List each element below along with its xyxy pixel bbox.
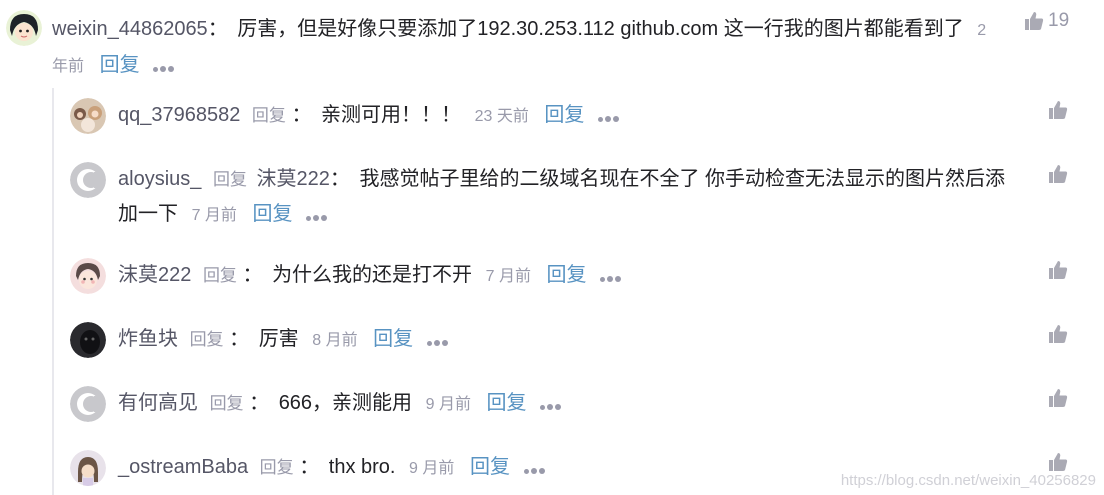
reply-text: aloysius_ 回复 沫莫222： 我感觉帖子里给的二级域名现在不全了 你手… (118, 162, 1018, 233)
more-options-icon[interactable] (600, 259, 623, 293)
reply-item: 炸鱼块 回复 ： 厉害 8 月前 回复 (70, 320, 1090, 360)
reply-content: thx bro. (328, 456, 396, 478)
reply-separator: ： (329, 168, 350, 190)
user-avatar-icon (70, 322, 106, 358)
comment-username[interactable]: weixin_44862065 (52, 18, 208, 40)
reply-username[interactable]: 有何高见 (118, 392, 198, 414)
reply-item: 沫莫222 回复 ： 为什么我的还是打不开 7 月前 回复 (70, 256, 1090, 296)
reply-button[interactable]: 回复 (544, 104, 584, 126)
reply-time: 23 天前 (474, 108, 529, 125)
reply-word: 回复 (251, 106, 286, 125)
like-button[interactable]: 19 (1024, 10, 1069, 32)
thumbs-up-icon (1049, 165, 1068, 183)
avatar[interactable] (70, 322, 106, 358)
reply-separator: ： (291, 104, 312, 126)
reply-list: qq_37968582 回复 ： 亲测可用！！！ 23 天前 回复 aloysi… (52, 88, 1094, 495)
like-button[interactable] (1048, 100, 1068, 120)
reply-word: 回复 (202, 266, 237, 285)
reply-word: 回复 (212, 170, 247, 189)
more-options-icon[interactable] (426, 323, 450, 357)
reply-time: 7 月前 (191, 207, 237, 224)
user-avatar-icon (70, 98, 106, 134)
avatar[interactable] (70, 98, 106, 134)
reply-separator: ： (242, 264, 263, 286)
reply-time: 9 月前 (409, 460, 455, 477)
like-button[interactable] (1048, 164, 1068, 184)
reply-word: 回复 (189, 330, 224, 349)
more-options-icon[interactable] (306, 198, 329, 232)
user-avatar-icon (70, 258, 106, 294)
thumbs-up-icon (1049, 389, 1068, 407)
thumbs-up-icon (1049, 101, 1068, 119)
more-options-icon[interactable] (523, 451, 547, 485)
like-button[interactable] (1048, 452, 1068, 472)
reply-text: 炸鱼块 回复 ： 厉害 8 月前 回复 (118, 322, 1018, 358)
reply-content: 厉害 (258, 328, 299, 350)
main-comment: weixin_44862065： 厉害，但是好像只要添加了192.30.253.… (6, 6, 1096, 76)
reply-text: 有何高见 回复 ： 666，亲测能用 9 月前 回复 (118, 386, 1018, 422)
reply-separator: ： (249, 392, 270, 414)
reply-text: qq_37968582 回复 ： 亲测可用！！！ 23 天前 回复 (118, 98, 1018, 134)
reply-button[interactable]: 回复 (373, 328, 413, 350)
avatar[interactable] (70, 386, 106, 422)
reply-item: qq_37968582 回复 ： 亲测可用！！！ 23 天前 回复 (70, 96, 1090, 136)
avatar[interactable] (70, 162, 106, 198)
reply-word: 回复 (259, 458, 294, 477)
avatar[interactable] (6, 10, 42, 46)
reply-content: 666，亲测能用 (278, 392, 413, 414)
reply-content: 为什么我的还是打不开 (272, 264, 473, 286)
reply-time: 7 月前 (485, 268, 531, 285)
default-avatar-icon (70, 162, 106, 198)
reply-username[interactable]: aloysius_ (118, 168, 201, 190)
reply-time: 8 月前 (312, 332, 358, 349)
reply-username[interactable]: qq_37968582 (118, 104, 240, 126)
main-comment-text: weixin_44862065： 厉害，但是好像只要添加了192.30.253.… (52, 12, 1002, 84)
comment-content: 厉害，但是好像只要添加了192.30.253.112 github.com 这一… (237, 18, 964, 40)
avatar[interactable] (70, 450, 106, 486)
reply-item: 有何高见 回复 ： 666，亲测能用 9 月前 回复 (70, 384, 1090, 424)
reply-time: 9 月前 (425, 396, 471, 413)
avatar[interactable] (70, 258, 106, 294)
like-button[interactable] (1048, 324, 1068, 344)
user-avatar-icon (6, 10, 42, 46)
reply-word: 回复 (209, 394, 244, 413)
default-avatar-icon (70, 386, 106, 422)
reply-username[interactable]: 炸鱼块 (118, 328, 178, 350)
reply-button[interactable]: 回复 (470, 456, 510, 478)
thumbs-up-icon (1049, 325, 1068, 343)
thumbs-up-icon (1049, 261, 1068, 279)
comment-separator: ： (207, 18, 228, 40)
watermark: https://blog.csdn.net/weixin_40256829 (840, 472, 1096, 489)
more-options-icon[interactable] (597, 99, 621, 133)
reply-username[interactable]: _ostreamBaba (118, 456, 248, 478)
reply-to-username[interactable]: 沫莫222 (257, 168, 330, 190)
reply-content: 亲测可用！！！ (321, 104, 462, 126)
more-options-icon[interactable] (540, 387, 563, 421)
thumbs-up-icon (1049, 453, 1068, 471)
reply-separator: ： (299, 456, 320, 478)
reply-text: 沫莫222 回复 ： 为什么我的还是打不开 7 月前 回复 (118, 258, 1018, 294)
reply-button[interactable]: 回复 (487, 392, 527, 414)
like-count: 19 (1048, 10, 1070, 31)
reply-button[interactable]: 回复 (547, 264, 587, 286)
thumbs-up-icon (1025, 12, 1044, 30)
user-avatar-icon (70, 450, 106, 486)
like-button[interactable] (1048, 260, 1068, 280)
like-button[interactable] (1048, 388, 1068, 408)
reply-username[interactable]: 沫莫222 (118, 264, 191, 286)
reply-button[interactable]: 回复 (252, 203, 292, 225)
more-options-icon[interactable] (153, 49, 176, 83)
reply-button[interactable]: 回复 (100, 54, 140, 76)
reply-separator: ： (229, 328, 250, 350)
reply-item: aloysius_ 回复 沫莫222： 我感觉帖子里给的二级域名现在不全了 你手… (70, 160, 1090, 232)
